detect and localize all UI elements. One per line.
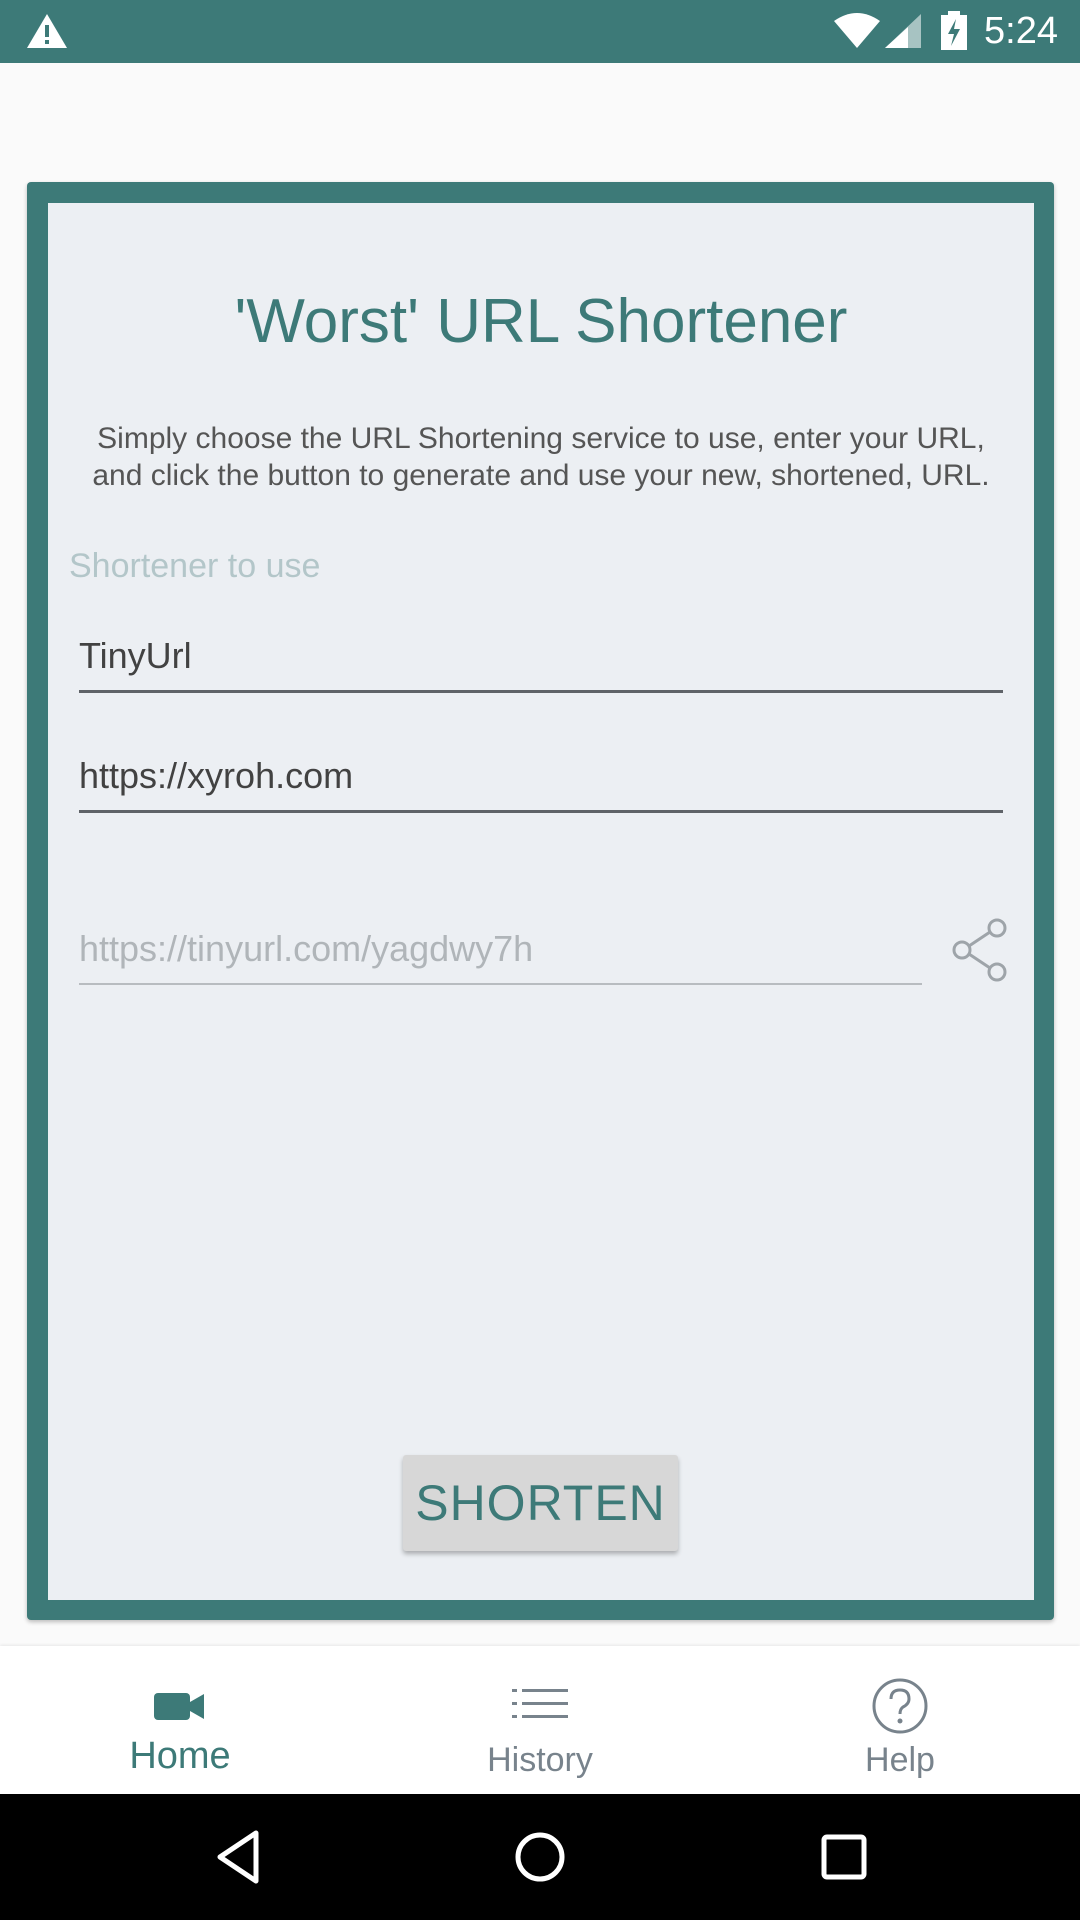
system-nav-bar bbox=[0, 1794, 1080, 1920]
bottom-navigation: Home History Help bbox=[0, 1646, 1080, 1794]
help-circle-icon bbox=[872, 1678, 928, 1734]
status-bar: 5:24 bbox=[0, 0, 1080, 63]
warning-icon bbox=[27, 14, 67, 48]
nav-home-label: Home bbox=[129, 1735, 231, 1777]
shorten-button[interactable]: SHORTEN bbox=[403, 1455, 678, 1551]
nav-history[interactable]: History bbox=[360, 1646, 720, 1794]
nav-history-label: History bbox=[487, 1741, 593, 1779]
shortened-url-field[interactable]: https://tinyurl.com/yagdwy7h bbox=[79, 925, 922, 985]
page-title: 'Worst' URL Shortener bbox=[234, 287, 848, 356]
nav-help[interactable]: Help bbox=[720, 1646, 1080, 1794]
list-icon bbox=[512, 1689, 568, 1718]
home-circle-icon[interactable] bbox=[510, 1827, 570, 1887]
recents-square-icon[interactable] bbox=[814, 1827, 874, 1887]
video-camera-icon bbox=[154, 1693, 204, 1720]
wifi-icon bbox=[834, 13, 880, 48]
nav-home[interactable]: Home bbox=[0, 1646, 360, 1794]
card-content bbox=[48, 203, 1034, 1600]
share-icon[interactable] bbox=[950, 918, 1010, 982]
shortener-select[interactable]: TinyUrl bbox=[79, 632, 1003, 693]
shortener-label: Shortener to use bbox=[69, 547, 321, 585]
nav-help-label: Help bbox=[865, 1741, 935, 1779]
url-input[interactable]: https://xyroh.com bbox=[79, 752, 1003, 813]
status-time: 5:24 bbox=[984, 10, 1058, 52]
battery-charging-icon bbox=[941, 11, 967, 50]
signal-icon bbox=[885, 14, 921, 48]
back-icon[interactable] bbox=[208, 1827, 268, 1887]
instructions-text: Simply choose the URL Shortening service… bbox=[92, 422, 990, 492]
